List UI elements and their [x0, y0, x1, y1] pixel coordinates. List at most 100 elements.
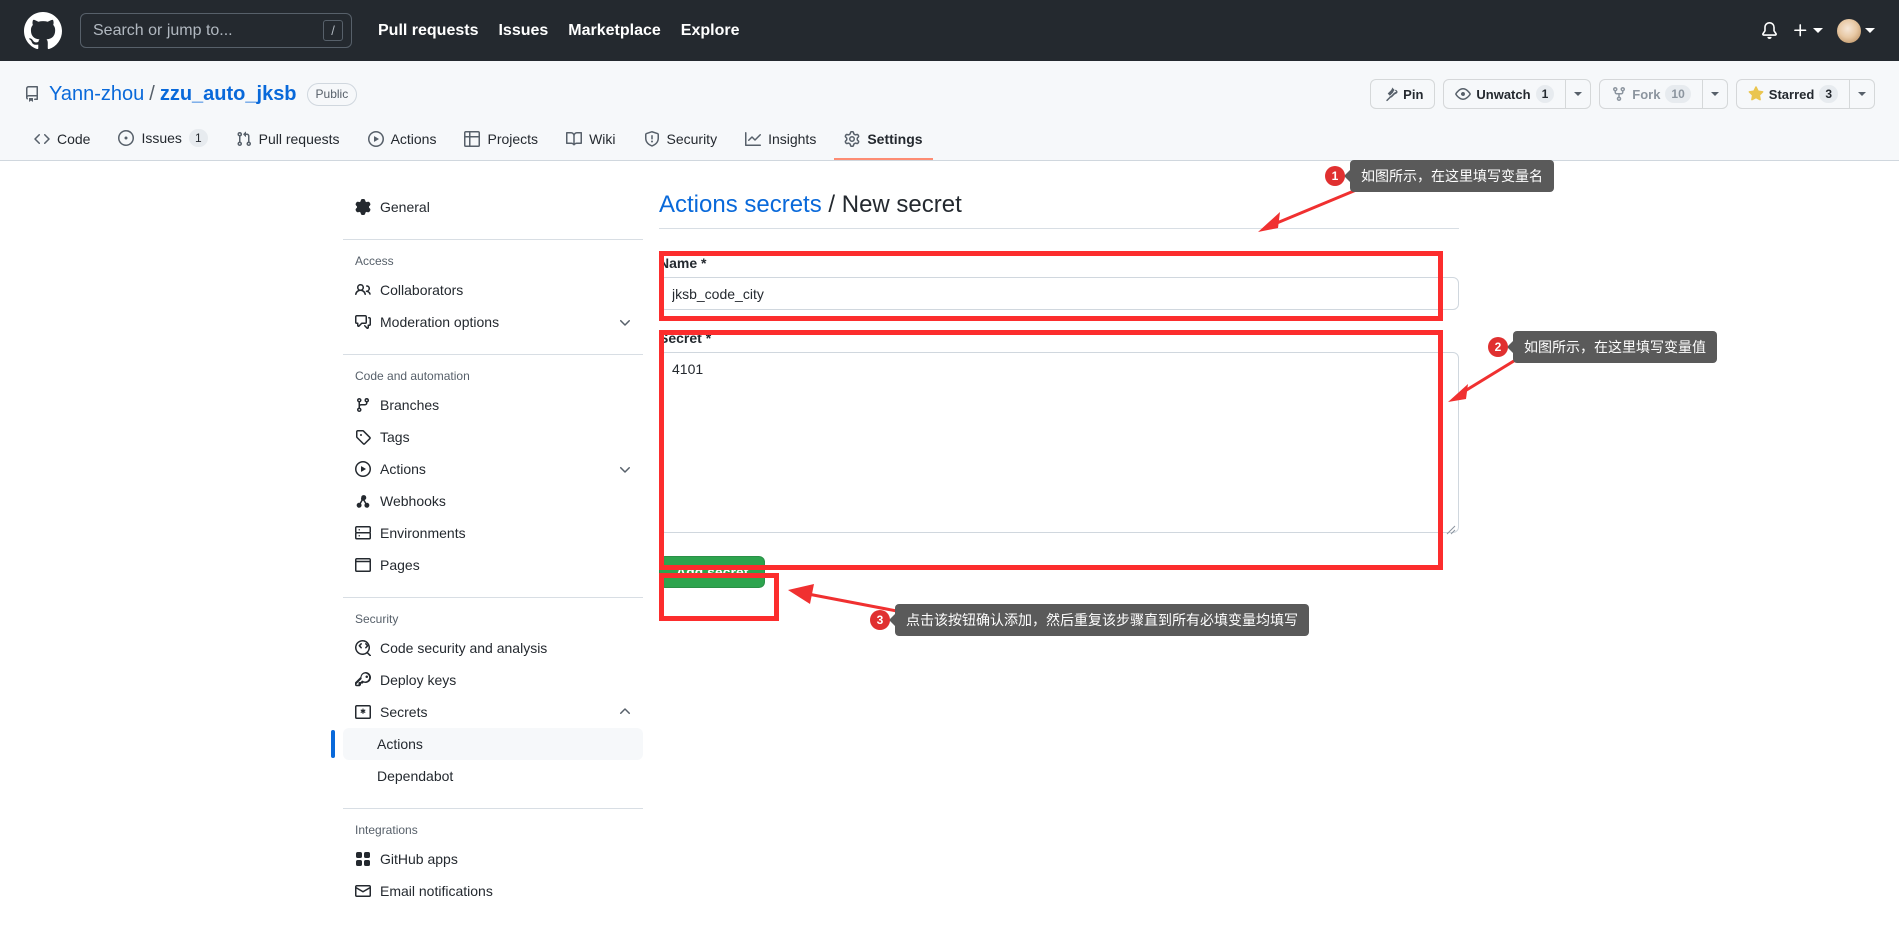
codescan-icon: [355, 640, 371, 656]
nav-issues[interactable]: Issues: [498, 22, 548, 40]
unwatch-button-label: Unwatch: [1476, 86, 1531, 102]
tab-insights[interactable]: Insights: [735, 123, 826, 160]
tab-projects[interactable]: Projects: [454, 123, 548, 160]
repository-actions: Pin Unwatch 1 Fork 10 Starred 3: [1370, 79, 1875, 109]
sidebar-item-label: Email notifications: [380, 883, 493, 899]
github-logo-icon[interactable]: [24, 11, 62, 50]
sidebar-item-environments[interactable]: Environments: [343, 517, 643, 549]
chevron-up-icon: [617, 704, 633, 720]
secret-icon: [355, 704, 371, 720]
secret-value-textarea[interactable]: 4101: [659, 352, 1459, 533]
issue-opened-icon: [118, 130, 135, 146]
name-field-label: Name *: [659, 255, 707, 271]
repo-owner-link[interactable]: Yann-zhou: [49, 83, 144, 106]
star-dropdown-button[interactable]: [1849, 79, 1875, 109]
unwatch-button[interactable]: Unwatch 1: [1443, 79, 1566, 109]
repo-name-link[interactable]: zzu_auto_jksb: [160, 83, 297, 106]
annotation-1: 1 如图所示，在这里填写变量名: [1325, 160, 1554, 192]
server-icon: [355, 525, 371, 541]
sidebar-item-branches[interactable]: Branches: [343, 389, 643, 421]
secret-field-label: Secret *: [659, 330, 712, 346]
sidebar-group-general: General: [343, 191, 643, 231]
sidebar-item-label: Secrets: [380, 704, 428, 720]
sidebar-item-label: Actions: [380, 461, 426, 477]
sidebar-heading-access: Access: [355, 254, 394, 268]
watch-dropdown-button[interactable]: [1565, 79, 1592, 109]
tab-security[interactable]: Security: [634, 123, 728, 160]
starred-button[interactable]: Starred 3: [1735, 79, 1849, 109]
tab-wiki[interactable]: Wiki: [556, 123, 625, 160]
tab-settings[interactable]: Settings: [834, 123, 933, 160]
annotation-text: 如图所示，在这里填写变量名: [1350, 160, 1554, 192]
search-input[interactable]: Search or jump to... /: [80, 13, 352, 48]
add-secret-button[interactable]: Add secret: [659, 556, 766, 588]
sidebar-group-security: Security Code security and analysis Depl…: [331, 606, 643, 800]
fork-icon: [1611, 86, 1627, 102]
graph-icon: [745, 131, 762, 147]
chevron-down-icon: [1813, 28, 1823, 33]
sidebar-item-moderation-options[interactable]: Moderation options: [343, 306, 643, 338]
browser-icon: [355, 557, 371, 573]
sidebar-item-deploy-keys[interactable]: Deploy keys: [343, 664, 643, 696]
account-menu[interactable]: [1837, 18, 1875, 43]
watch-button-group: Unwatch 1: [1443, 79, 1592, 109]
fork-button[interactable]: Fork 10: [1599, 79, 1702, 109]
sidebar-item-label: Pages: [380, 557, 420, 573]
sidebar-item-webhooks[interactable]: Webhooks: [343, 485, 643, 517]
global-header: Search or jump to... / Pull requests Iss…: [0, 0, 1899, 61]
sidebar-divider: [343, 597, 643, 598]
sidebar-item-code-security-and-analysis[interactable]: Code security and analysis: [343, 632, 643, 664]
book-icon: [566, 131, 583, 147]
tab-code[interactable]: Code: [24, 123, 100, 160]
search-placeholder: Search or jump to...: [93, 21, 233, 39]
settings-sidebar: General Access Collaborators Moderation …: [331, 191, 643, 915]
sidebar-group-integrations: Integrations GitHub apps Email notificat…: [343, 817, 643, 915]
chevron-down-icon: [1865, 28, 1875, 33]
sidebar-subitem-actions[interactable]: Actions: [331, 728, 643, 760]
mail-icon: [355, 883, 371, 899]
eye-icon: [1455, 86, 1472, 102]
sidebar-item-collaborators[interactable]: Collaborators: [343, 274, 643, 306]
star-count: 3: [1819, 85, 1838, 103]
sidebar-item-pages[interactable]: Pages: [343, 549, 643, 581]
bell-icon[interactable]: [1761, 22, 1778, 39]
settings-page: General Access Collaborators Moderation …: [0, 161, 1899, 915]
nav-pull-requests[interactable]: Pull requests: [378, 22, 478, 40]
tab-pull-requests-label: Pull requests: [258, 131, 340, 147]
tab-issues[interactable]: Issues 1: [108, 121, 217, 160]
create-new-menu[interactable]: [1792, 22, 1823, 39]
nav-marketplace[interactable]: Marketplace: [568, 22, 661, 40]
page-title: Actions secrets / New secret: [659, 191, 1459, 228]
shield-icon: [644, 131, 660, 147]
sidebar-item-email-notifications[interactable]: Email notifications: [343, 875, 643, 907]
tab-actions-label: Actions: [390, 131, 437, 147]
annotation-3: 3 点击该按钮确认添加，然后重复该步骤直到所有必填变量均填写: [870, 604, 1309, 636]
sidebar-item-label: Tags: [380, 429, 410, 445]
annotation-text: 点击该按钮确认添加，然后重复该步骤直到所有必填变量均填写: [895, 604, 1309, 636]
global-header-actions: [1761, 18, 1875, 43]
fork-dropdown-button[interactable]: [1701, 79, 1728, 109]
sidebar-divider: [343, 808, 643, 809]
breadcrumb-actions-secrets-link[interactable]: Actions secrets: [659, 191, 822, 218]
git-branch-icon: [355, 397, 371, 413]
sidebar-item-tags[interactable]: Tags: [343, 421, 643, 453]
annotation-2: 2 如图所示，在这里填写变量值: [1488, 331, 1717, 363]
annotation-badge: 2: [1488, 337, 1508, 357]
sidebar-subitem-label: Dependabot: [377, 768, 454, 784]
sidebar-subitem-dependabot[interactable]: Dependabot: [343, 760, 643, 792]
pin-button[interactable]: Pin: [1370, 79, 1436, 109]
tab-pull-requests[interactable]: Pull requests: [226, 123, 350, 160]
fork-button-group: Fork 10: [1599, 79, 1728, 109]
search-shortcut-key: /: [323, 20, 343, 41]
sidebar-item-github-apps[interactable]: GitHub apps: [343, 843, 643, 875]
sidebar-item-general[interactable]: General: [343, 191, 643, 223]
tab-wiki-label: Wiki: [589, 131, 616, 147]
sidebar-divider: [343, 239, 643, 240]
secret-name-input[interactable]: [659, 277, 1459, 310]
code-icon: [34, 131, 50, 147]
tab-actions[interactable]: Actions: [358, 123, 447, 160]
tab-insights-label: Insights: [768, 131, 817, 147]
sidebar-item-actions[interactable]: Actions: [343, 453, 643, 485]
nav-explore[interactable]: Explore: [681, 22, 740, 40]
sidebar-item-secrets[interactable]: Secrets: [343, 696, 643, 728]
